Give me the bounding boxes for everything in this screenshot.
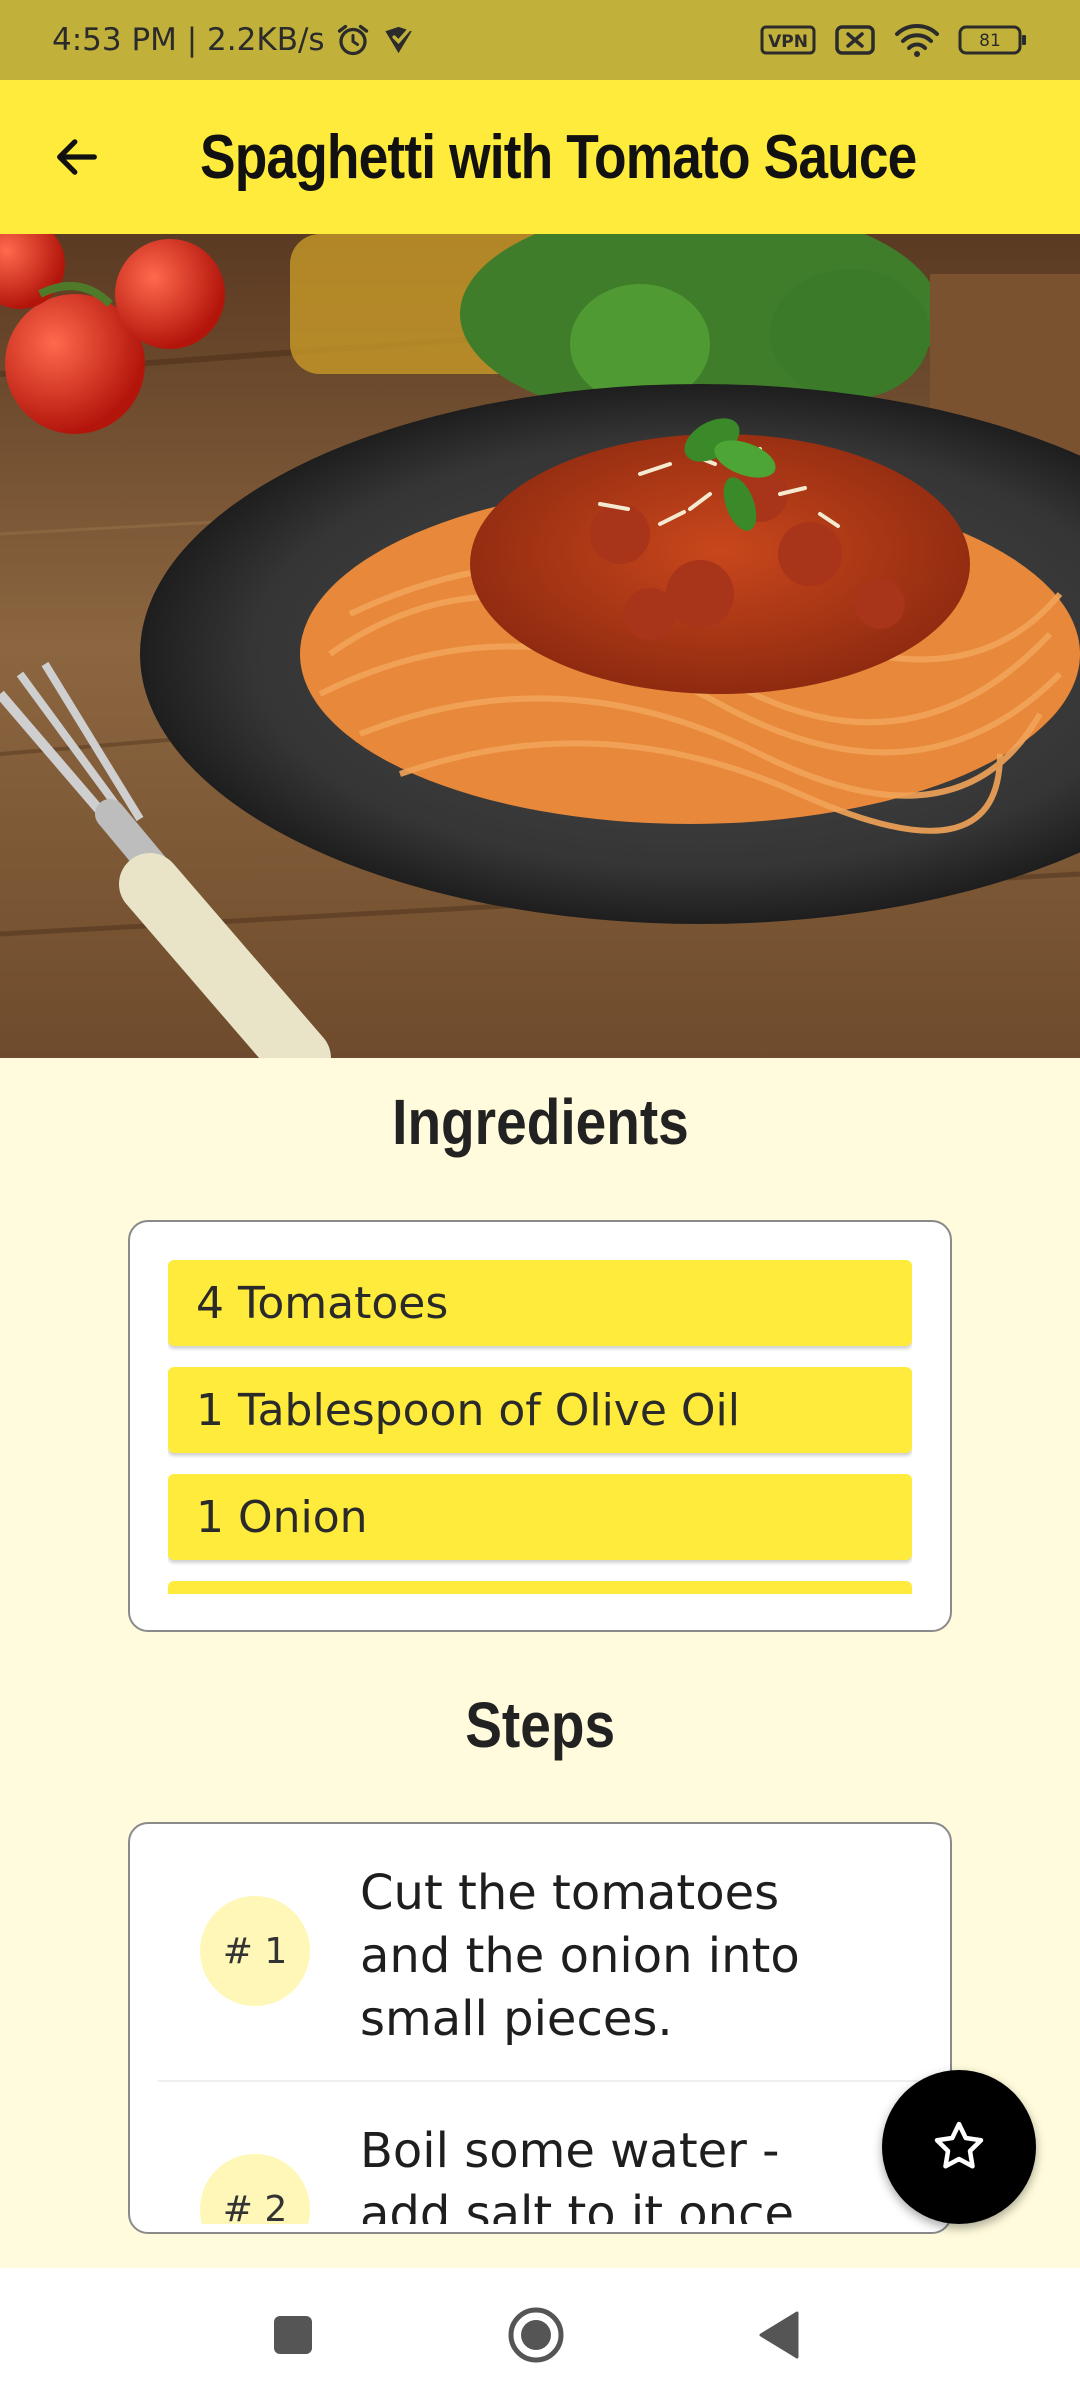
favorite-fab-button[interactable] [882,2070,1036,2224]
vpn-icon: VPN [760,24,816,56]
arrow-left-icon [57,139,97,175]
spaghetti-illustration [0,234,1080,1058]
hero-image [0,234,1080,1058]
back-nav-button[interactable] [742,2298,816,2372]
status-left: 4:53 PM | 2.2KB/s [52,22,419,58]
ingredient-item[interactable] [168,1581,912,1594]
step-text: Boil some water - add salt to it once it [360,2123,795,2224]
status-right: VPN 81 [760,22,1028,58]
battery-icon: 81 [958,23,1028,57]
ingredients-card: 4 Tomatoes 1 Tablespoon of Olive Oil 1 O… [128,1220,952,1632]
star-outline-icon [934,2121,984,2169]
ingredient-item[interactable]: 1 Tablespoon of Olive Oil [168,1367,912,1453]
wifi-icon [894,22,940,58]
system-nav-bar [0,2268,1080,2400]
step-number-badge: # 2 [200,2154,310,2224]
battery-level: 81 [979,31,1001,51]
home-button[interactable] [499,2298,573,2372]
ingredients-heading: Ingredients [0,1085,1080,1159]
page-title: Spaghetti with Tomato Sauce [200,122,917,192]
step-item[interactable]: # 1 Cut the tomatoes and the onion into … [158,1824,922,2082]
sim-off-icon [834,23,876,57]
status-bar: 4:53 PM | 2.2KB/s VPN 81 [0,0,1080,80]
ingredient-item[interactable]: 4 Tomatoes [168,1260,912,1346]
ingredients-list[interactable]: 4 Tomatoes 1 Tablespoon of Olive Oil 1 O… [168,1260,912,1594]
back-triangle-icon [759,2311,799,2359]
step-text: Cut the tomatoes and the onion into smal… [360,1865,800,2047]
step-number-badge: # 1 [200,1896,310,2006]
notification-check-icon [381,22,419,58]
status-time-speed: 4:53 PM | 2.2KB/s [52,22,325,58]
app-bar: Spaghetti with Tomato Sauce [0,80,1080,234]
vpn-label: VPN [768,32,808,52]
back-button[interactable] [40,120,114,194]
ingredients-heading-text: Ingredients [391,1086,689,1158]
recents-button[interactable] [256,2298,330,2372]
alarm-icon [335,22,371,58]
home-circle-icon [508,2307,564,2363]
steps-card: # 1 Cut the tomatoes and the onion into … [128,1822,952,2234]
step-item[interactable]: # 2 Boil some water - add salt to it onc… [158,2082,922,2224]
recents-square-icon [274,2316,312,2354]
ingredient-item[interactable]: 1 Onion [168,1474,912,1560]
steps-heading: Steps [0,1688,1080,1762]
steps-heading-text: Steps [465,1689,615,1761]
steps-list[interactable]: # 1 Cut the tomatoes and the onion into … [130,1824,950,2224]
